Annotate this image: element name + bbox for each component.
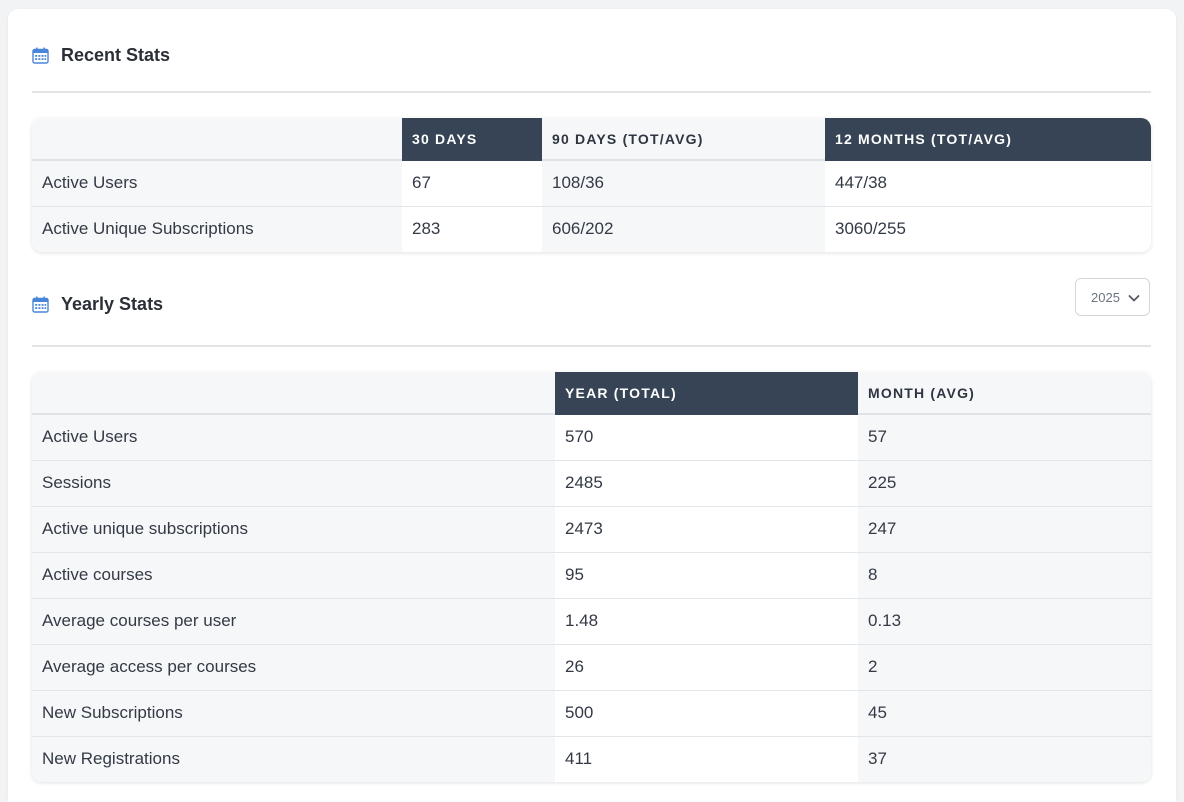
yearly-stats-table: YEAR (TOTAL) MONTH (AVG) Active Users 57… [32,372,1151,782]
cell-value: 1.48 [555,598,858,645]
column-header-30-days: 30 DAYS [402,118,542,161]
year-select[interactable]: 2025 [1075,278,1150,316]
cell-value: 57 [858,414,1151,461]
cell-value: 247 [858,506,1151,553]
table-row: Average access per courses 26 2 [32,644,1151,691]
table-row: Active unique subscriptions 2473 247 [32,506,1151,553]
cell-value: 2473 [555,506,858,553]
yearly-stats-header: Yearly Stats [32,294,1151,315]
cell-value: 26 [555,644,858,691]
cell-value: 45 [858,690,1151,737]
column-header-label [32,118,402,161]
chevron-down-icon [1128,295,1140,302]
column-header-label [32,372,555,415]
column-header-month-avg: MONTH (AVG) [858,372,1151,415]
cell-value: 37 [858,736,1151,782]
year-select-value: 2025 [1091,289,1120,305]
row-label: Average access per courses [32,644,555,691]
row-label: Active Users [32,160,402,207]
row-label: New Subscriptions [32,690,555,737]
calendar-icon [32,47,49,64]
yearly-stats-divider [32,345,1151,347]
cell-value: 8 [858,552,1151,599]
cell-value: 2485 [555,460,858,507]
column-header-year-total: YEAR (TOTAL) [555,372,858,415]
cell-value: 500 [555,690,858,737]
recent-stats-title: Recent Stats [61,45,171,65]
stats-card: Recent Stats 30 DAYS 90 DAYS (TOT/AVG) 1… [8,9,1176,802]
recent-stats-header-row: 30 DAYS 90 DAYS (TOT/AVG) 12 MONTHS (TOT… [32,118,1151,161]
recent-stats-header: Recent Stats [32,45,1151,66]
cell-value: 67 [402,160,542,207]
row-label: New Registrations [32,736,555,782]
row-label: Average courses per user [32,598,555,645]
table-row: Active Users 67 108/36 447/38 [32,160,1151,207]
cell-value: 447/38 [825,160,1151,207]
cell-value: 606/202 [542,206,825,252]
recent-stats-divider [32,91,1151,93]
table-row: Sessions 2485 225 [32,460,1151,507]
cell-value: 570 [555,414,858,461]
table-row: Active Users 570 57 [32,414,1151,461]
table-row: New Registrations 411 37 [32,736,1151,782]
table-row: Active courses 95 8 [32,552,1151,599]
calendar-icon [32,296,49,313]
row-label: Active Users [32,414,555,461]
cell-value: 3060/255 [825,206,1151,252]
table-row: New Subscriptions 500 45 [32,690,1151,737]
cell-value: 2 [858,644,1151,691]
cell-value: 0.13 [858,598,1151,645]
row-label: Active courses [32,552,555,599]
table-row: Active Unique Subscriptions 283 606/202 … [32,206,1151,252]
column-header-12-months: 12 MONTHS (TOT/AVG) [825,118,1151,161]
yearly-stats-header-row: YEAR (TOTAL) MONTH (AVG) [32,372,1151,415]
yearly-stats-title: Yearly Stats [61,294,164,314]
row-label: Sessions [32,460,555,507]
cell-value: 95 [555,552,858,599]
row-label: Active Unique Subscriptions [32,206,402,252]
row-label: Active unique subscriptions [32,506,555,553]
cell-value: 108/36 [542,160,825,207]
cell-value: 225 [858,460,1151,507]
table-row: Average courses per user 1.48 0.13 [32,598,1151,645]
cell-value: 411 [555,736,858,782]
cell-value: 283 [402,206,542,252]
column-header-90-days: 90 DAYS (TOT/AVG) [542,118,825,161]
recent-stats-table: 30 DAYS 90 DAYS (TOT/AVG) 12 MONTHS (TOT… [32,118,1151,252]
